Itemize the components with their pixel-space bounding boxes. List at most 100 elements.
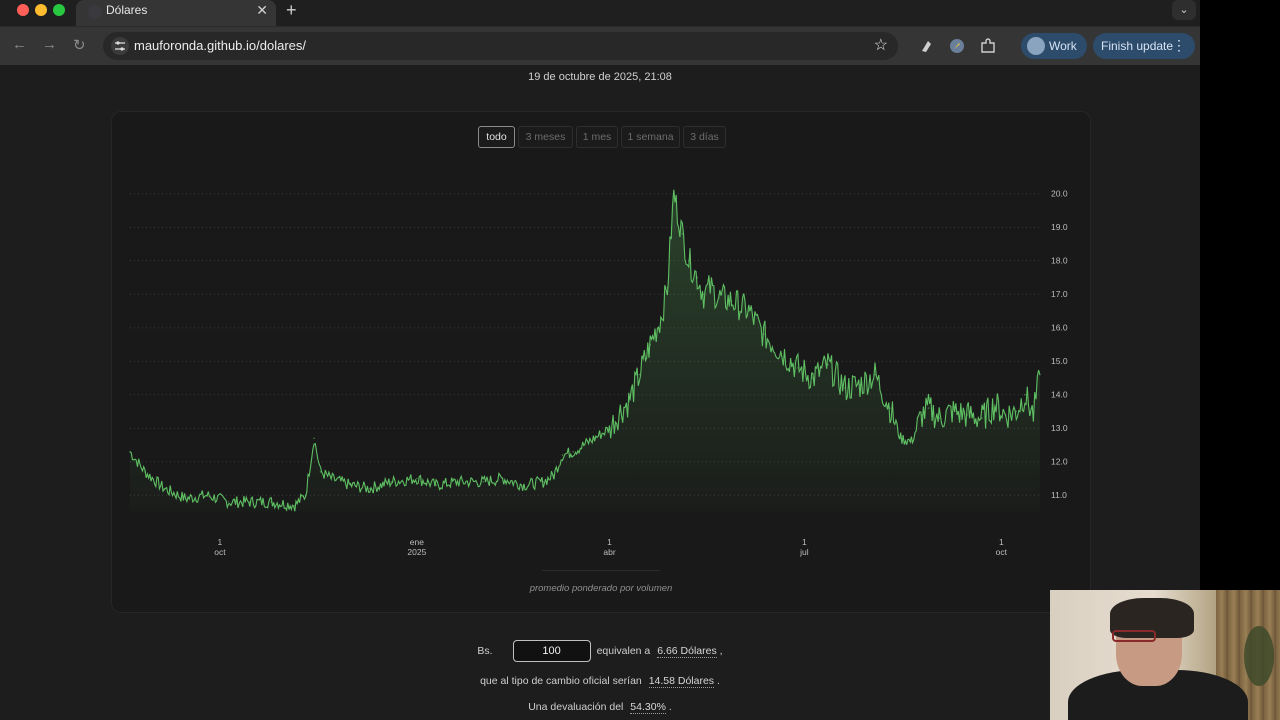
y-tick-label: 17.0 <box>1051 289 1068 299</box>
maximize-window-button[interactable] <box>53 4 65 16</box>
x-tick-label: 1 <box>218 537 223 547</box>
back-icon[interactable]: ← <box>12 36 27 53</box>
data-point <box>747 310 750 312</box>
data-point <box>583 444 585 446</box>
data-point <box>313 437 315 440</box>
address-bar[interactable]: mauforonda.github.io/dolares/ ☆ <box>103 32 898 60</box>
data-point <box>687 259 690 262</box>
equivalen-text: equivalen a <box>596 645 651 657</box>
data-point <box>827 363 829 366</box>
y-tick-label: 20.0 <box>1051 189 1068 199</box>
data-point <box>994 403 996 406</box>
chart-note: promedio ponderado por volumen <box>529 583 673 594</box>
more-menu-icon[interactable]: ⋮ <box>1172 37 1186 54</box>
data-point <box>1024 393 1026 396</box>
data-point <box>304 494 307 497</box>
browser-toolbar: ← → ↻ mauforonda.github.io/dolares/ ☆ Wo… <box>0 27 1200 65</box>
data-point <box>702 293 705 296</box>
site-settings-icon[interactable] <box>111 37 129 55</box>
data-point <box>330 477 333 480</box>
official-value: 14.58 Dólares <box>648 675 715 688</box>
x-tick-label: 1 <box>802 537 807 547</box>
url-text: mauforonda.github.io/dolares/ <box>134 38 307 53</box>
finish-update-button[interactable]: Finish update ⋮ <box>1093 33 1195 59</box>
data-point <box>696 276 699 279</box>
data-point <box>619 410 622 413</box>
favicon-icon <box>88 5 102 19</box>
y-tick-label: 11.0 <box>1051 490 1067 500</box>
browser-tab[interactable]: Dólares ✕ <box>76 0 276 26</box>
compass-extension-icon[interactable] <box>948 37 966 55</box>
bookmark-star-icon[interactable]: ☆ <box>874 35 888 55</box>
update-timestamp: 19 de octubre de 2025, 21:08 <box>528 71 672 83</box>
y-tick-label: 18.0 <box>1051 256 1068 266</box>
data-point <box>672 192 675 195</box>
data-point <box>249 501 251 503</box>
currency-prefix: Bs. <box>477 645 493 657</box>
x-tick-label: jul <box>799 547 809 557</box>
y-tick-label: 16.0 <box>1051 323 1068 333</box>
y-tick-label: 12.0 <box>1051 457 1068 467</box>
data-point <box>227 501 230 503</box>
data-point <box>184 497 187 500</box>
forward-icon[interactable]: → <box>42 36 57 53</box>
tab-list-chevron-icon[interactable]: ⌄ <box>1172 0 1196 20</box>
data-point <box>1032 414 1035 416</box>
data-point <box>501 477 504 480</box>
data-point <box>390 481 392 483</box>
data-point <box>709 286 711 289</box>
new-tab-icon[interactable]: + <box>286 0 297 21</box>
data-point <box>874 373 876 376</box>
data-point <box>129 450 131 453</box>
data-point <box>844 387 846 389</box>
data-point <box>938 417 941 419</box>
data-point <box>163 487 166 490</box>
official-row: que al tipo de cambio oficial serían 14.… <box>480 675 720 688</box>
data-point <box>368 487 371 490</box>
data-point <box>780 350 782 352</box>
finish-update-label: Finish update <box>1101 39 1174 53</box>
data-point <box>435 484 437 486</box>
profile-button[interactable]: Work <box>1021 33 1087 59</box>
data-point <box>319 470 322 473</box>
data-point <box>966 414 968 416</box>
extension-icon[interactable] <box>918 37 936 55</box>
data-point <box>144 470 146 473</box>
y-tick-label: 19.0 <box>1051 222 1068 232</box>
data-point <box>572 450 574 453</box>
divider <box>542 570 660 571</box>
close-window-button[interactable] <box>17 4 29 16</box>
price-chart: 20.0 19.0 18.0 17.0 16.0 15.0 14.0 13.0 12.0 11.0… <box>129 189 1068 557</box>
data-point <box>482 481 485 483</box>
desktop-background <box>1200 0 1280 590</box>
data-point <box>649 343 652 346</box>
data-point <box>561 454 564 456</box>
amount-input[interactable]: 100 <box>512 640 591 663</box>
data-point <box>899 437 902 440</box>
devaluation-row: Una devaluación del 54.30% . <box>528 701 672 714</box>
data-point <box>628 400 630 403</box>
y-tick-label: 13.0 <box>1051 423 1068 433</box>
profile-label: Work <box>1049 39 1077 53</box>
x-tick-label: ene <box>410 537 424 547</box>
data-point <box>542 481 544 483</box>
avatar <box>1027 37 1045 55</box>
minimize-window-button[interactable] <box>35 4 47 16</box>
glasses <box>1112 630 1156 642</box>
data-point <box>1004 414 1007 416</box>
devaluation-value: 54.30% <box>630 701 666 714</box>
usd-value: 6.66 Dólares <box>657 645 717 658</box>
y-tick-label: 14.0 <box>1051 390 1068 400</box>
devaluation-text: Una devaluación del <box>528 701 624 713</box>
data-point <box>608 427 611 430</box>
x-tick-label: 1 <box>607 537 612 547</box>
close-tab-icon[interactable]: ✕ <box>256 2 268 19</box>
plant <box>1244 626 1274 686</box>
data-point <box>416 477 418 480</box>
chart-card: todo 3 meses 1 mes 1 semana 3 días 20.0 19.0 1… <box>111 111 1091 613</box>
extensions-puzzle-icon[interactable] <box>979 37 997 55</box>
reload-icon[interactable]: ↻ <box>73 36 86 54</box>
data-point <box>666 286 669 289</box>
tab-bar: Dólares ✕ + ⌄ <box>0 0 1200 27</box>
data-point <box>981 417 983 419</box>
